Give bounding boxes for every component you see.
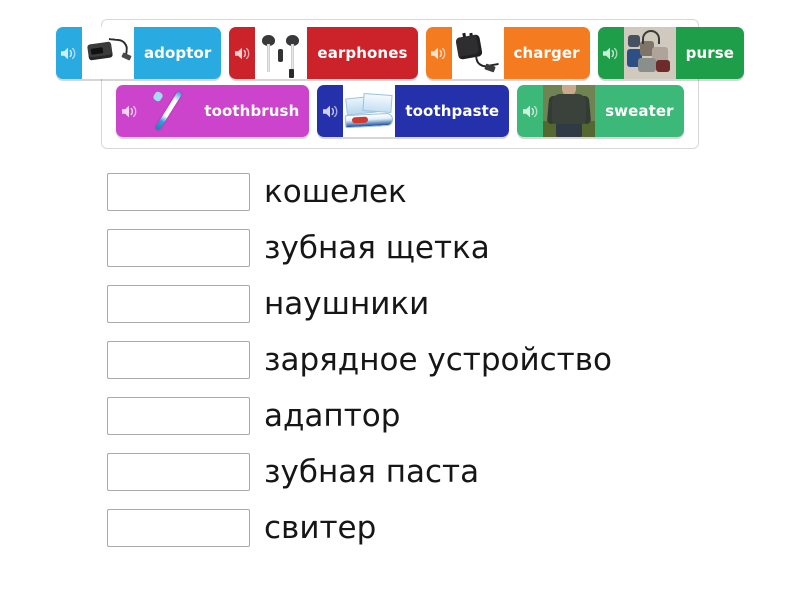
tile-label: purse [685,44,735,62]
drop-box[interactable] [107,453,250,491]
speaker-icon[interactable] [229,46,255,61]
answer-word: свитер [264,510,377,546]
tile-charger[interactable]: charger [425,27,590,79]
answer-word: зубная щетка [264,230,490,266]
tile-label: earphones [317,44,408,62]
tile-sweater[interactable]: sweater [517,85,684,137]
tile-label: toothbrush [204,102,300,120]
drop-box[interactable] [107,341,250,379]
tile-label: adoptor [143,44,212,62]
tile-image-toothpaste [343,85,396,137]
tile-label: sweater [605,102,674,120]
drop-box[interactable] [107,173,250,211]
answer-row: свитер [107,509,747,547]
drop-box[interactable] [107,229,250,267]
speaker-icon[interactable] [426,46,452,61]
tile-image-adaptor [81,27,134,79]
tile-purse[interactable]: purse [597,27,745,79]
answer-word: адаптор [264,398,401,434]
speaker-icon[interactable] [56,46,82,61]
tile-earphones[interactable]: earphones [229,27,418,79]
tile-image-earphones [255,27,308,79]
answer-row: зарядное устройство [107,341,747,379]
answer-row: зубная паста [107,453,747,491]
speaker-icon[interactable] [317,104,343,119]
answer-word: кошелек [264,174,407,210]
speaker-icon[interactable] [116,104,142,119]
tile-label: charger [513,44,580,62]
tile-label: toothpaste [405,102,500,120]
drop-box[interactable] [107,397,250,435]
tile-toothbrush[interactable]: toothbrush [116,85,310,137]
tile-image-toothbrush [142,85,195,137]
tile-image-charger [451,27,504,79]
tile-row: adoptor earphones charger purse [55,27,745,79]
answer-row: наушники [107,285,747,323]
tile-adoptor[interactable]: adoptor [55,27,222,79]
answer-row: адаптор [107,397,747,435]
answer-word: зубная паста [264,454,480,490]
tile-toothpaste[interactable]: toothpaste [317,85,510,137]
answer-row: зубная щетка [107,229,747,267]
drop-box[interactable] [107,285,250,323]
answer-word: наушники [264,286,430,322]
speaker-icon[interactable] [598,46,624,61]
answer-word: зарядное устройство [264,342,612,378]
tile-image-purse [623,27,676,79]
tile-row: toothbrush toothpaste sweater [108,85,692,137]
drop-box[interactable] [107,509,250,547]
speaker-icon[interactable] [517,104,543,119]
tile-image-sweater [543,85,596,137]
answer-list: кошелек зубная щетка наушники зарядное у… [107,173,747,565]
answer-row: кошелек [107,173,747,211]
tile-bank: adoptor earphones charger purse toothbru… [55,19,745,149]
